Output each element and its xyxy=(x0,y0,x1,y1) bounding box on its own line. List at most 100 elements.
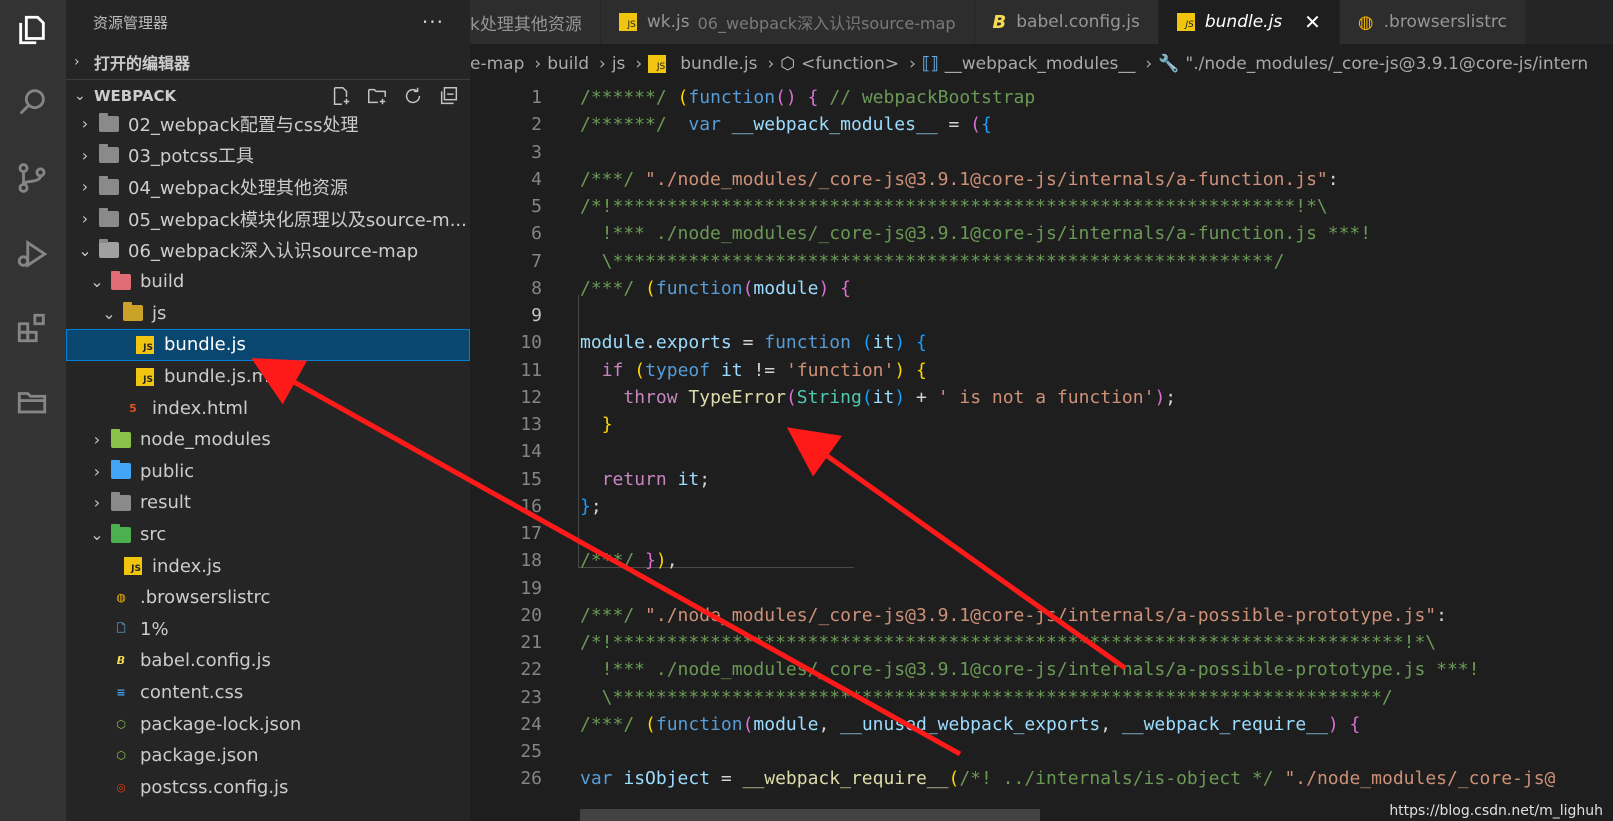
collapse-all-icon[interactable] xyxy=(438,85,460,107)
js-icon: JS xyxy=(618,13,637,31)
folder-icon xyxy=(98,144,120,165)
editor-tab[interactable]: 𝘽babel.config.js xyxy=(974,0,1159,44)
tree-item[interactable]: JS bundle.js.map xyxy=(66,361,470,393)
source-control-icon[interactable] xyxy=(12,158,52,198)
code-token: ; xyxy=(590,495,602,517)
line-number: 22 xyxy=(520,659,542,681)
breadcrumb-item[interactable]: <function> xyxy=(801,54,899,74)
line-number: 9 xyxy=(531,305,542,327)
run-debug-icon[interactable] xyxy=(12,234,52,274)
code-token: module xyxy=(580,332,646,354)
tree-item[interactable]: ◍ .browserslistrc xyxy=(66,582,470,614)
tree-item[interactable]: › result xyxy=(66,487,470,519)
tree-item[interactable]: › 03_potcss工具 xyxy=(66,140,470,172)
explorer-icon[interactable] xyxy=(12,10,52,50)
breadcrumb-item[interactable]: bundle.js xyxy=(680,54,757,74)
code-token: !*** ./node_modules/_core-js@3.9.1@core-… xyxy=(580,223,1372,245)
tree-item[interactable]: ≡ content.css xyxy=(66,677,470,709)
tree-item[interactable]: ⬡ package.json xyxy=(66,740,470,772)
new-folder-icon[interactable] xyxy=(366,85,388,107)
editor-tab[interactable]: JS wk.js 06_webpack深入认识source-map xyxy=(600,0,975,44)
chevron-down-icon: ⌄ xyxy=(74,88,86,104)
code-token: /*!*************************************… xyxy=(580,196,1328,218)
tree-item[interactable]: ⌄ src xyxy=(66,519,470,551)
tree-item[interactable]: ⌄ 06_webpack深入认识source-map xyxy=(66,234,470,266)
code-text: /***/ "./node_modules/_core-js@3.9.1@cor… xyxy=(580,169,1339,190)
tree-item[interactable]: › node_modules xyxy=(66,424,470,456)
tree-item-label: .browserslistrc xyxy=(140,587,271,609)
js-icon: JS xyxy=(122,556,144,576)
tree-item[interactable]: › public xyxy=(66,456,470,488)
tree-item[interactable]: › 04_webpack处理其他资源 xyxy=(66,171,470,203)
tree-item[interactable]: 𝘽babel.config.js xyxy=(66,645,470,677)
extensions-icon[interactable] xyxy=(12,308,52,348)
line-number: 23 xyxy=(520,686,542,708)
tree-item-label: content.css xyxy=(140,681,244,703)
code-token: \***************************************… xyxy=(580,250,1285,272)
code-token: ; xyxy=(699,468,711,490)
more-actions-icon[interactable]: ··· xyxy=(422,10,444,34)
breadcrumb-item[interactable]: e-map xyxy=(470,54,524,74)
editor-tab[interactable]: ◍ .browserslistrc xyxy=(1339,0,1526,44)
tree-item[interactable]: › 05_webpack模块化原理以及source-m... xyxy=(66,203,470,235)
code-editor[interactable]: 1/******/ (function() { // webpackBootst… xyxy=(470,84,1613,821)
code-token: ( xyxy=(970,114,982,136)
code-token: "./node_modules/_core-js@ xyxy=(1284,768,1556,790)
code-token: } xyxy=(601,414,613,436)
code-token: ) xyxy=(818,277,830,299)
code-text: return it; xyxy=(580,469,710,490)
line-number: 10 xyxy=(520,332,542,354)
line-number: 6 xyxy=(531,223,542,245)
workspace-label: WEBPACK xyxy=(94,87,177,105)
code-token: ( xyxy=(861,386,873,408)
node-icon: ⬡ xyxy=(116,749,126,763)
breadcrumb-item[interactable]: js xyxy=(612,54,626,74)
code-line: 24/***/ (function(module, __unused_webpa… xyxy=(470,711,1613,738)
close-icon[interactable]: ✕ xyxy=(1304,10,1321,34)
editor-tab[interactable]: k处理其他资源 xyxy=(470,0,601,44)
chevron-right-icon: › xyxy=(1145,54,1153,74)
new-file-icon[interactable] xyxy=(330,85,352,107)
tree-item-label: 06_webpack深入认识source-map xyxy=(128,241,419,263)
tree-item[interactable]: 5 index.html xyxy=(66,392,470,424)
code-line: 16}; xyxy=(470,493,1613,520)
tree-item-label: package-lock.json xyxy=(140,713,302,735)
tree-item[interactable]: ⌄ js xyxy=(66,298,470,330)
remote-explorer-icon[interactable] xyxy=(12,382,52,422)
open-editors-section[interactable]: › 打开的编辑器 xyxy=(66,44,470,79)
code-line: 2 /******/ var __webpack_modules__ = ({ xyxy=(470,111,1613,138)
tree-item-selected[interactable]: JS bundle.js xyxy=(66,329,470,361)
code-text: } xyxy=(580,414,613,435)
refresh-icon[interactable] xyxy=(402,85,424,107)
search-icon[interactable] xyxy=(12,82,52,122)
tree-item-label: 03_potcss工具 xyxy=(128,146,255,168)
tree-item[interactable]: ◎ postcss.config.js xyxy=(66,771,470,803)
code-token: return xyxy=(601,468,667,490)
folder-green-icon xyxy=(110,428,132,450)
horizontal-scrollbar[interactable] xyxy=(580,809,1040,821)
chevron-right-icon: › xyxy=(909,54,916,74)
breadcrumb-item[interactable]: __webpack_modules__ xyxy=(945,54,1136,74)
tree-item[interactable]: ⌄ build xyxy=(66,266,470,298)
code-token: "./node_modules/_core-js@3.9.1@core-js/i… xyxy=(645,168,1328,190)
code-token: isObject xyxy=(623,768,711,790)
code-token: ) xyxy=(894,359,906,381)
code-line: 21 /*!***********************************… xyxy=(470,629,1613,656)
tree-item[interactable]: 🗋 1% xyxy=(66,614,470,646)
code-token: /***/ xyxy=(580,550,646,572)
line-number: 25 xyxy=(520,741,542,763)
code-token: } xyxy=(645,550,656,572)
code-token: /***/ xyxy=(580,713,646,735)
tree-item[interactable]: › 02_webpack配置与css处理 xyxy=(66,108,470,140)
code-token: it xyxy=(677,468,700,490)
code-token: ( xyxy=(948,768,960,790)
breadcrumb-item[interactable]: build xyxy=(547,54,589,74)
breadcrumb-item[interactable]: "./node_modules/_core-js@3.9.1@core-js/i… xyxy=(1185,54,1588,74)
tree-item-label: 02_webpack配置与css处理 xyxy=(128,114,359,136)
editor-tab[interactable]: JS bundle.js ✕ xyxy=(1158,0,1340,44)
tree-item[interactable]: JS index.js xyxy=(66,550,470,582)
tree-item[interactable]: ⬡ package-lock.json xyxy=(66,708,470,740)
